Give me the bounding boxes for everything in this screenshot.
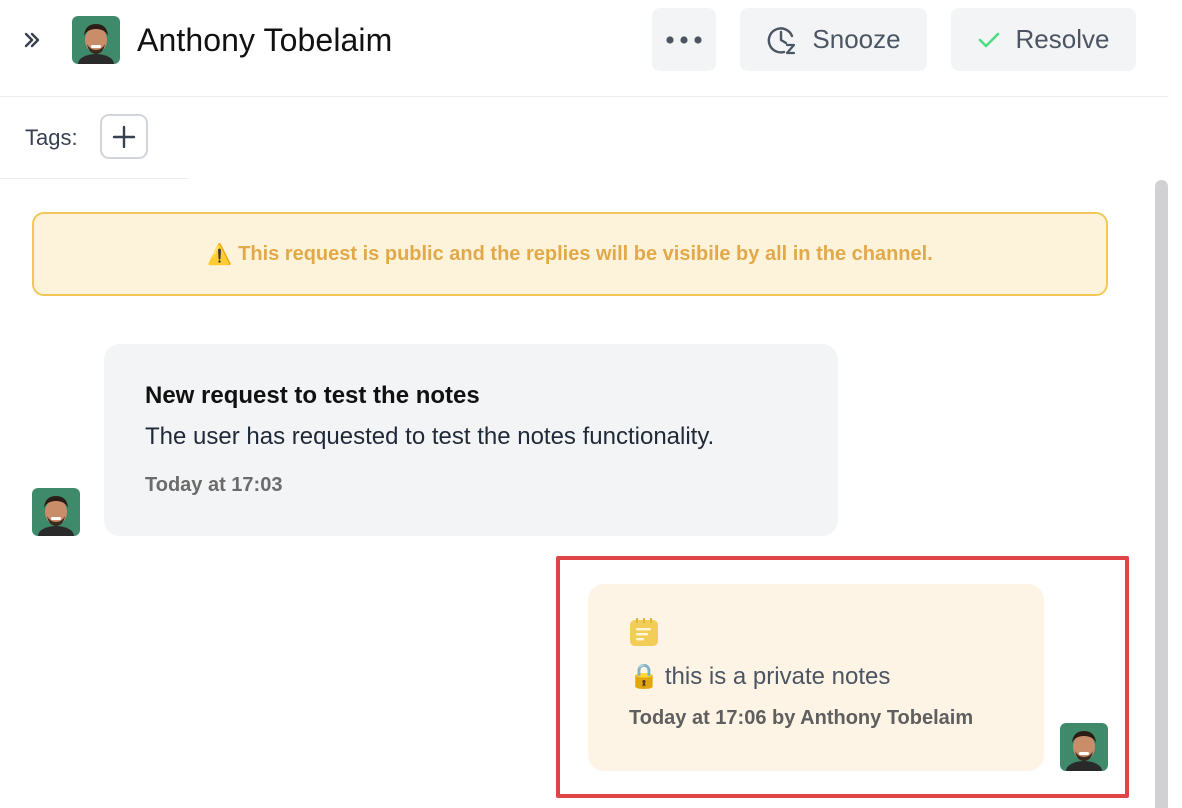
snooze-label: Snooze: [812, 24, 901, 54]
public-request-warning: ⚠️ This request is public and the replie…: [32, 212, 1108, 296]
note-timestamp: Today at 17:06 by Anthony Tobelaim: [629, 707, 974, 729]
note-icon: [630, 618, 658, 646]
check-icon: [978, 32, 999, 47]
conversation-view: Anthony Tobelaim Snooze Resolve Tags: ⚠️…: [0, 0, 1182, 808]
lock-icon: 🔒: [629, 663, 659, 690]
snooze-button[interactable]: Snooze: [740, 8, 927, 71]
conversation-header: Anthony Tobelaim Snooze Resolve: [0, 0, 1168, 97]
tags-label: Tags:: [25, 125, 78, 150]
resolve-label: Resolve: [1015, 24, 1110, 54]
expand-sidebar-button[interactable]: [16, 24, 48, 56]
sender-avatar[interactable]: [32, 488, 80, 536]
message-timestamp: Today at 17:03: [145, 474, 283, 496]
clock-snooze-icon: [768, 26, 796, 54]
chevrons-right-icon: [24, 32, 40, 48]
plus-icon: [112, 125, 136, 148]
more-horizontal-icon: [666, 35, 702, 44]
more-options-button[interactable]: [652, 8, 716, 71]
private-note-text: 🔒 this is a private notes: [629, 662, 890, 691]
warning-text: This request is public and the replies w…: [238, 242, 933, 265]
resolve-button[interactable]: Resolve: [951, 8, 1136, 71]
warning-icon: ⚠️: [207, 243, 233, 266]
add-tag-button[interactable]: [100, 114, 148, 159]
tags-section: Tags:: [0, 97, 188, 179]
scrollbar-track[interactable]: [1168, 0, 1182, 808]
message-title: New request to test the notes: [145, 382, 480, 409]
message-body: The user has requested to test the notes…: [145, 423, 715, 450]
private-note-message: 🔒 this is a private notes Today at 17:06…: [588, 584, 1044, 771]
contact-name: Anthony Tobelaim: [137, 21, 393, 58]
contact-avatar[interactable]: [72, 16, 120, 64]
agent-avatar[interactable]: [1060, 723, 1108, 771]
incoming-message: New request to test the notes The user h…: [104, 344, 838, 536]
scrollbar-thumb[interactable]: [1155, 180, 1168, 808]
note-content: this is a private notes: [664, 662, 891, 690]
